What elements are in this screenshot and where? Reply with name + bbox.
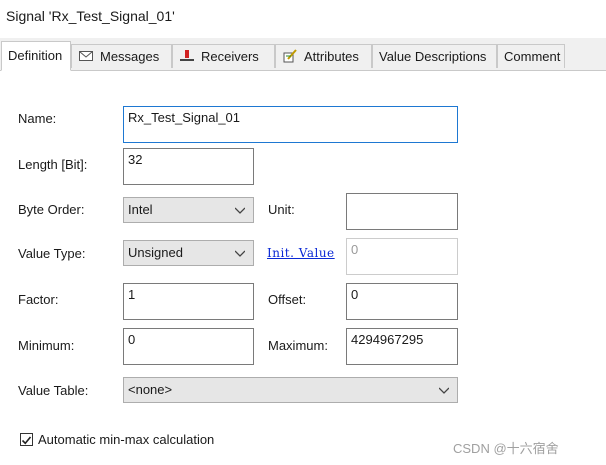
auto-minmax-row[interactable]: Automatic min-max calculation [20,432,214,447]
value-type-value: Unsigned [128,245,183,260]
watermark: CSDN @十六宿舍 [453,441,559,456]
init-value-field: 0 [346,238,458,275]
value-table-label: Value Table: [18,383,89,398]
envelope-icon [78,47,94,61]
auto-minmax-label: Automatic min-max calculation [38,432,215,447]
tab-messages-label: Messages [100,49,160,64]
tab-strip: Definition Messages Receivers Attributes… [0,38,606,71]
byte-order-value: Intel [128,202,153,217]
tab-value-descriptions[interactable]: Value Descriptions [372,44,497,68]
chevron-down-icon [234,241,246,265]
tab-attributes[interactable]: Attributes [275,44,372,68]
unit-label: Unit: [268,202,295,217]
name-label: Name: [18,111,57,126]
factor-label: Factor: [18,292,59,307]
factor-field[interactable]: 1 [123,283,254,320]
value-type-select[interactable]: Unsigned [123,240,254,266]
tab-comment[interactable]: Comment [497,44,565,68]
length-label: Length [Bit]: [18,157,88,172]
tab-messages[interactable]: Messages [71,44,172,68]
tab-value-descriptions-label: Value Descriptions [379,49,487,64]
value-table-select[interactable]: <none> [123,377,458,403]
auto-minmax-checkbox[interactable] [20,433,33,446]
tab-definition-label: Definition [8,48,63,63]
tab-attributes-label: Attributes [304,49,359,64]
value-table-value: <none> [128,382,173,397]
unit-field[interactable] [346,193,458,230]
offset-field[interactable]: 0 [346,283,458,320]
chevron-down-icon [438,378,450,402]
receiver-icon [179,47,195,61]
window-title: Signal 'Rx_Test_Signal_01' [6,8,175,24]
init-value-link[interactable]: Init. Value [267,246,335,260]
name-field[interactable]: Rx_Test_Signal_01 [123,106,458,143]
maximum-field[interactable]: 4294967295 [346,328,458,365]
minimum-field[interactable]: 0 [123,328,254,365]
tab-receivers-label: Receivers [201,49,259,64]
byte-order-label: Byte Order: [18,202,85,217]
tab-comment-label: Comment [504,49,561,64]
chevron-down-icon [234,198,246,222]
minimum-label: Minimum: [18,338,75,353]
init-value-link-container: Init. Value [267,245,347,265]
tab-definition[interactable]: Definition [1,41,71,71]
offset-label: Offset: [268,292,307,307]
byte-order-select[interactable]: Intel [123,197,254,223]
attributes-icon [282,47,298,63]
tab-receivers[interactable]: Receivers [172,44,275,68]
checkmark-icon [21,436,32,445]
maximum-label: Maximum: [268,338,328,353]
value-type-label: Value Type: [18,246,86,261]
length-field[interactable]: 32 [123,148,254,185]
